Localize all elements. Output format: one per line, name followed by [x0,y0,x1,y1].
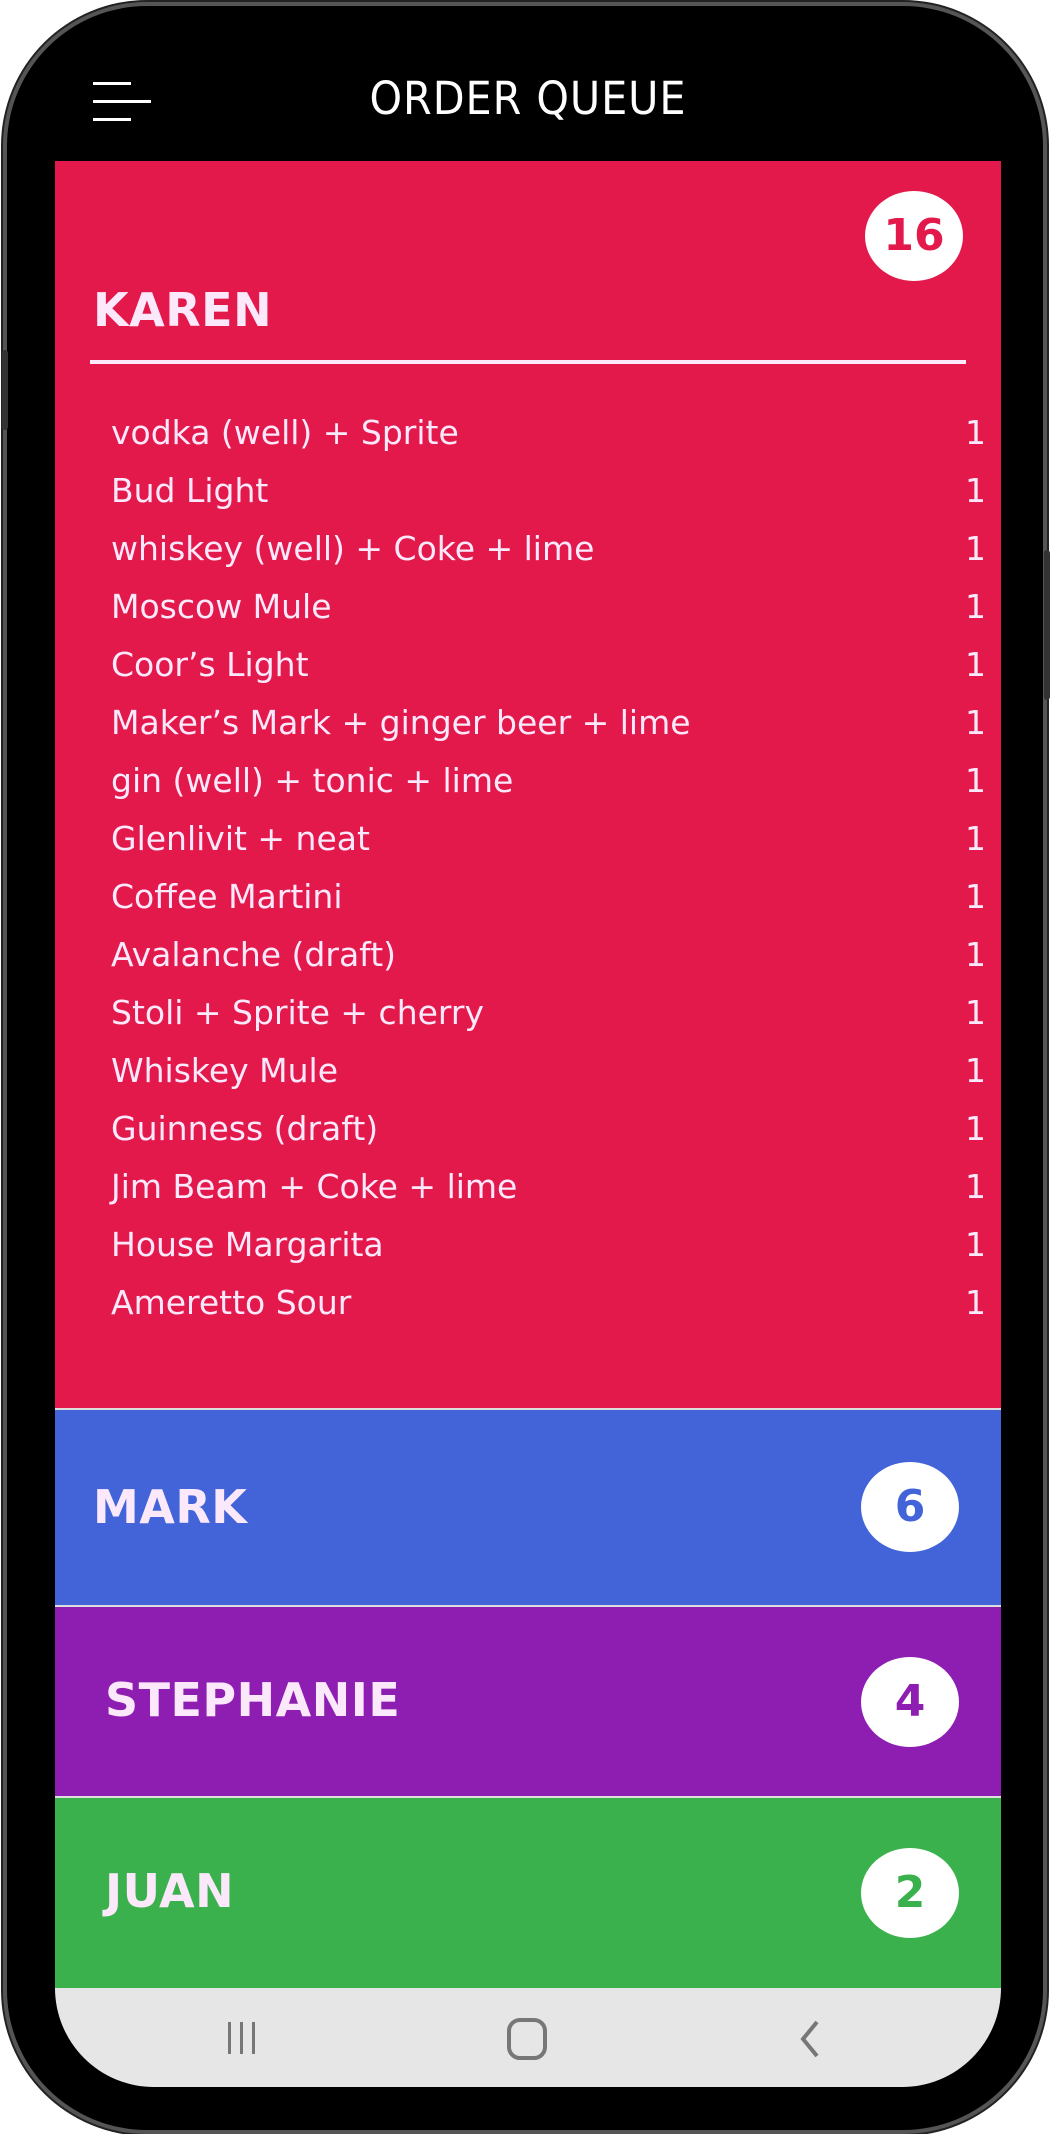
drink-quantity: 1 [965,1051,986,1090]
drink-name: Coor’s Light [111,645,309,684]
order-item-row[interactable]: Guinness (draft) 1 [111,1104,986,1154]
order-item-row[interactable]: Moscow Mule 1 [111,582,986,632]
drink-name: Bud Light [111,471,269,510]
drink-name: Avalanche (draft) [111,935,397,974]
order-item-row[interactable]: Whiskey Mule 1 [111,1046,986,1096]
drink-quantity: 1 [965,1225,986,1264]
order-item-row[interactable]: Ameretto Sour 1 [111,1278,986,1328]
drink-quantity: 1 [965,993,986,1032]
drink-name: Jim Beam + Coke + lime [111,1167,518,1206]
drink-name: Guinness (draft) [111,1109,379,1148]
order-count-badge: 4 [861,1657,959,1747]
power-button [1044,550,1050,700]
drink-name: Stoli + Sprite + cherry [111,993,484,1032]
drink-quantity: 1 [965,1167,986,1206]
order-item-row[interactable]: vodka (well) + Sprite 1 [111,408,986,458]
back-icon[interactable] [793,2018,827,2062]
order-item-row[interactable]: Glenlivit + neat 1 [111,814,986,864]
divider [90,360,966,364]
drink-quantity: 1 [965,761,986,800]
customer-name: JUAN [105,1864,235,1918]
drink-name: Glenlivit + neat [111,819,370,858]
home-icon[interactable] [505,2018,549,2062]
drink-name: Whiskey Mule [111,1051,339,1090]
order-item-row[interactable]: Maker’s Mark + ginger beer + lime 1 [111,698,986,748]
customer-name: STEPHANIE [105,1673,401,1727]
page-title: ORDER QUEUE [369,72,687,125]
drink-name: vodka (well) + Sprite [111,413,459,452]
drink-quantity: 1 [965,877,986,916]
system-nav-bar [55,1988,1001,2087]
app-header: ORDER QUEUE [55,40,1001,161]
order-count-badge: 2 [861,1848,959,1938]
order-item-row[interactable]: whiskey (well) + Coke + lime 1 [111,524,986,574]
order-item-row[interactable]: Coor’s Light 1 [111,640,986,690]
drink-quantity: 1 [965,1283,986,1322]
order-item-row[interactable]: gin (well) + tonic + lime 1 [111,756,986,806]
drink-quantity: 1 [965,935,986,974]
customer-name: MARK [93,1480,248,1534]
drink-quantity: 1 [965,819,986,858]
drink-quantity: 1 [965,587,986,626]
drink-name: whiskey (well) + Coke + lime [111,529,595,568]
recent-apps-icon[interactable] [222,2018,262,2058]
order-count-badge: 16 [865,191,963,281]
order-card-mark[interactable]: MARK 6 [55,1408,1001,1605]
customer-name: KAREN [93,283,273,337]
drink-quantity: 1 [965,413,986,452]
order-card-juan[interactable]: JUAN 2 [55,1796,1001,1990]
drink-name: House Margarita [111,1225,384,1264]
order-item-row[interactable]: Stoli + Sprite + cherry 1 [111,988,986,1038]
drink-quantity: 1 [965,529,986,568]
drink-name: Ameretto Sour [111,1283,352,1322]
drink-quantity: 1 [965,1109,986,1148]
drink-name: Moscow Mule [111,587,332,626]
drink-name: gin (well) + tonic + lime [111,761,514,800]
order-card-stephanie[interactable]: STEPHANIE 4 [55,1605,1001,1796]
order-count-badge: 6 [861,1462,959,1552]
drink-quantity: 1 [965,471,986,510]
order-item-row[interactable]: Coffee Martini 1 [111,872,986,922]
volume-button [2,350,8,430]
drink-name: Coffee Martini [111,877,343,916]
drink-quantity: 1 [965,645,986,684]
order-item-row[interactable]: Jim Beam + Coke + lime 1 [111,1162,986,1212]
drink-quantity: 1 [965,703,986,742]
order-item-row[interactable]: Avalanche (draft) 1 [111,930,986,980]
order-item-row[interactable]: Bud Light 1 [111,466,986,516]
order-item-row[interactable]: House Margarita 1 [111,1220,986,1270]
drink-name: Maker’s Mark + ginger beer + lime [111,703,691,742]
order-card-karen[interactable]: 16 KAREN vodka (well) + Sprite 1 Bud Light… [55,161,1001,1408]
